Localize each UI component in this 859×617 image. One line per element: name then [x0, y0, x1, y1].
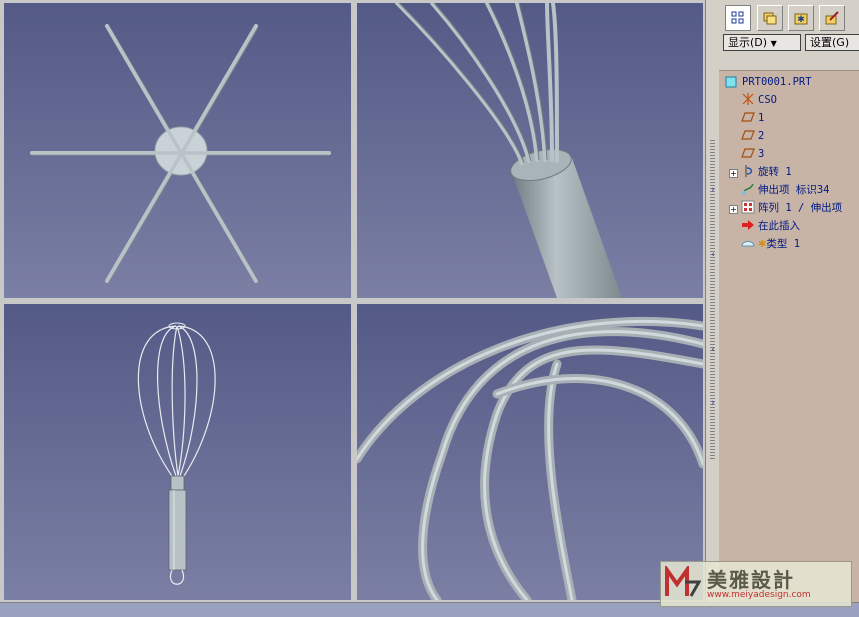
folders-icon [763, 12, 777, 25]
expand-toggle[interactable]: + [729, 169, 738, 178]
feature-type-icon [741, 236, 755, 250]
tree-item-insert-here[interactable]: 在此插入 [741, 218, 800, 234]
viewport-isometric[interactable] [4, 304, 351, 600]
connections-tab[interactable] [819, 5, 845, 31]
collapse-arrow-icon[interactable]: › [709, 185, 717, 195]
tree-item-revolve[interactable]: 旋转 1 [741, 164, 792, 180]
expand-arrow-icon[interactable]: ‹ [709, 250, 717, 260]
tree-item-datum-plane-2[interactable]: 2 [741, 128, 764, 144]
expand-arrow-icon[interactable]: ‹ [709, 345, 717, 355]
tree-item-pattern[interactable]: 阵列 1 / 伸出项 [741, 200, 842, 216]
model-tree-tab[interactable] [725, 5, 751, 31]
protrusion-icon [741, 182, 755, 196]
navigator-toolbar: ✱ [719, 0, 859, 32]
watermark-url: www.meiyadesign.com [707, 590, 811, 600]
insert-here-arrow-icon [741, 218, 755, 232]
viewport-handle-closeup[interactable] [357, 3, 703, 298]
viewport-area[interactable] [0, 0, 705, 602]
brand-logo-icon [665, 566, 701, 597]
datum-plane-icon [741, 128, 755, 142]
csys-icon [741, 92, 755, 106]
favorites-tab[interactable]: ✱ [788, 5, 814, 31]
svg-text:✱: ✱ [797, 15, 805, 25]
dropdown-arrow-icon: ▼ [770, 39, 777, 48]
favorites-icon: ✱ [794, 13, 808, 25]
tree-item-protrusion[interactable]: 伸出项 标识34 [741, 182, 829, 198]
pattern-icon [741, 200, 755, 214]
model-tree-panel: ✱ 显示(D) ▼ 设置(G) PRT0001.PRT CSO 1 2 3 + … [719, 0, 859, 602]
show-menu-button[interactable]: 显示(D) ▼ [723, 34, 801, 51]
expand-toggle[interactable]: + [729, 205, 738, 214]
watermark-text: 美雅設計 [707, 568, 795, 592]
tree-item-csys[interactable]: CSO [741, 92, 777, 108]
panel-splitter[interactable]: › ‹ ‹ › [705, 0, 720, 602]
model-tree-icon [731, 11, 744, 24]
navigator-menubar: 显示(D) ▼ 设置(G) [719, 32, 859, 54]
tree-root-part[interactable]: PRT0001.PRT [725, 74, 812, 90]
watermark-badge: 美雅設計 www.meiyadesign.com [660, 561, 852, 607]
revolve-icon [741, 164, 755, 178]
tree-item-feature-type[interactable]: ✱类型 1 [741, 236, 800, 252]
collapse-arrow-icon[interactable]: › [709, 398, 717, 408]
tree-header-strip [719, 54, 859, 71]
datum-plane-icon [741, 110, 755, 124]
part-icon [725, 76, 739, 90]
settings-menu-button[interactable]: 设置(G) [805, 34, 859, 51]
viewport-top-view[interactable] [4, 3, 351, 298]
datum-plane-icon [741, 146, 755, 160]
folder-browser-tab[interactable] [757, 5, 783, 31]
tools-icon [825, 11, 839, 25]
viewport-wire-closeup[interactable] [357, 304, 703, 600]
tree-item-datum-plane-3[interactable]: 3 [741, 146, 764, 162]
tree-item-datum-plane-1[interactable]: 1 [741, 110, 764, 126]
